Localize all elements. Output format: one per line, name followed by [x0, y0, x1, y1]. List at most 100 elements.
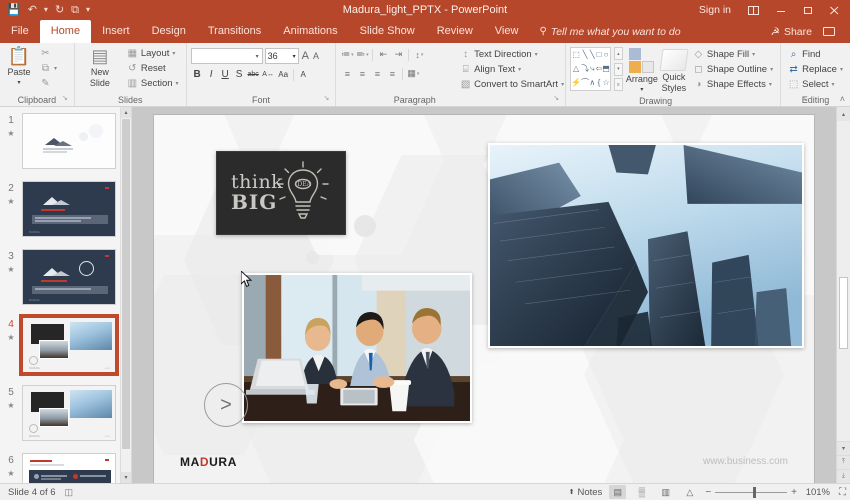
shape-fill-dropdown-icon[interactable]: ▾: [752, 49, 755, 61]
change-case-button[interactable]: Aa: [277, 68, 290, 81]
bold-button[interactable]: B: [191, 68, 204, 81]
layout-button[interactable]: ▦ Layout ▾: [124, 47, 182, 61]
find-button[interactable]: ⌕ Find: [785, 48, 846, 62]
shape-outline-button[interactable]: ◻ Shape Outline ▾: [690, 63, 776, 77]
text-direction-dropdown-icon[interactable]: ▾: [535, 49, 538, 61]
collapse-ribbon-icon[interactable]: ˄: [840, 94, 845, 104]
increase-indent-button[interactable]: ⇥: [391, 48, 405, 61]
shape-triangle[interactable]: △: [573, 65, 579, 73]
shape-star[interactable]: ☆: [602, 79, 609, 87]
shape-elbow[interactable]: ⤵: [581, 65, 589, 73]
text-shadow-button[interactable]: S: [233, 68, 246, 81]
sign-in-button[interactable]: Sign in: [690, 4, 740, 16]
zoom-in-button[interactable]: +: [791, 487, 797, 498]
canvas-scroll-up-icon[interactable]: ▴: [837, 107, 850, 121]
shapes-scroll-down-icon[interactable]: ▾: [614, 63, 623, 76]
tab-animations[interactable]: Animations: [272, 20, 348, 43]
decrease-font-size-button[interactable]: A: [312, 51, 320, 61]
shapes-gallery[interactable]: ⬚ ╲ ╲ □ ○ △ ⤵ ⤷ ⇦ ⬒ ⚡ ⌒ ∧ { ☆: [570, 47, 611, 91]
shape-left-arrow[interactable]: ⇦: [596, 65, 603, 73]
zoom-track[interactable]: [715, 492, 787, 493]
clipboard-dialog-launcher[interactable]: ↘: [62, 93, 68, 105]
shape-brace[interactable]: {: [598, 79, 601, 87]
tab-transitions[interactable]: Transitions: [197, 20, 272, 43]
smartart-dropdown-icon[interactable]: ▾: [561, 79, 564, 91]
justify-button[interactable]: ≡: [385, 67, 399, 80]
shape-arrow[interactable]: ╲: [590, 51, 595, 59]
align-text-dropdown-icon[interactable]: ▾: [518, 64, 521, 76]
font-name-input[interactable]: ▾: [191, 48, 263, 64]
zoom-knob[interactable]: [753, 487, 756, 498]
notes-button[interactable]: ⬆ Notes: [569, 487, 603, 498]
minimize-button[interactable]: [767, 0, 794, 20]
font-color-button[interactable]: A: [297, 68, 310, 81]
slide-editing-surface[interactable]: think BIG: [154, 115, 814, 483]
replace-dropdown-icon[interactable]: ▾: [840, 64, 843, 76]
tab-slide-show[interactable]: Slide Show: [349, 20, 426, 43]
increase-font-size-button[interactable]: A: [301, 50, 310, 62]
undo-icon[interactable]: ↶: [28, 5, 37, 16]
close-button[interactable]: [821, 0, 848, 20]
thumbnails-scroll-down-icon[interactable]: ▾: [121, 472, 131, 483]
slide-sorter-view-button[interactable]: ▒: [633, 485, 650, 499]
comments-icon[interactable]: [815, 22, 842, 42]
slide-thumbnail-6[interactable]: MADURA: [22, 453, 116, 483]
shape-arc[interactable]: ∧: [589, 79, 595, 87]
align-right-button[interactable]: ≡: [370, 67, 384, 80]
ribbon-display-options-icon[interactable]: [740, 0, 767, 20]
shape-fill-button[interactable]: ◇ Shape Fill ▾: [690, 48, 776, 62]
tab-view[interactable]: View: [484, 20, 530, 43]
shape-textbox[interactable]: ⬚: [572, 51, 580, 59]
customize-qat-icon[interactable]: ▾: [86, 6, 90, 14]
slide-show-button[interactable]: △: [681, 485, 698, 499]
shape-elbow2[interactable]: ⤷: [590, 65, 594, 73]
save-icon[interactable]: 💾: [7, 5, 21, 16]
section-dropdown-icon[interactable]: ▾: [176, 78, 179, 90]
font-dialog-launcher[interactable]: ↘: [323, 93, 329, 105]
shape-line[interactable]: ╲: [583, 51, 588, 59]
language-icon[interactable]: ◫: [65, 487, 74, 498]
reading-view-button[interactable]: ▥: [657, 485, 674, 499]
convert-to-smartart-button[interactable]: ▧ Convert to SmartArt ▾: [457, 78, 567, 92]
shape-effects-button[interactable]: ◑ Shape Effects ▾: [690, 78, 776, 92]
slide-thumbnail-2[interactable]: MADURA: [22, 181, 116, 237]
zoom-out-button[interactable]: −: [705, 487, 711, 498]
next-slide-button[interactable]: ⤓: [837, 469, 850, 483]
shape-curve[interactable]: ⌒: [581, 79, 589, 87]
strikethrough-button[interactable]: abc: [247, 68, 260, 81]
columns-button[interactable]: ▦: [406, 67, 420, 80]
new-slide-button[interactable]: ▤ New Slide: [79, 45, 121, 88]
align-text-button[interactable]: ⌸ Align Text ▾: [457, 63, 567, 77]
bullets-button[interactable]: ≔: [340, 48, 354, 61]
italic-button[interactable]: I: [205, 68, 218, 81]
reset-button[interactable]: ↺ Reset: [124, 62, 182, 76]
align-left-button[interactable]: ≡: [340, 67, 354, 80]
thumbnails-scrollbar[interactable]: ▴ ▾: [120, 107, 131, 483]
select-button[interactable]: ⬚ Select ▾: [785, 78, 846, 92]
tell-me-search[interactable]: ⚲ Tell me what you want to do: [529, 20, 680, 43]
business-people-image[interactable]: [242, 273, 472, 423]
slide-thumbnail-3[interactable]: MADURA: [22, 249, 116, 305]
canvas-scroll-thumb[interactable]: [839, 277, 848, 349]
align-center-button[interactable]: ≡: [355, 67, 369, 80]
thumbnails-scroll-up-icon[interactable]: ▴: [121, 107, 131, 118]
section-button[interactable]: ▥ Section ▾: [124, 77, 182, 91]
canvas-scrollbar[interactable]: ▴ ▾ ⤒ ⤓: [836, 107, 850, 483]
undo-dropdown-icon[interactable]: ▾: [44, 6, 48, 14]
slide-thumbnail-1[interactable]: [22, 113, 116, 169]
zoom-percentage[interactable]: 101%: [804, 487, 830, 498]
tab-insert[interactable]: Insert: [91, 20, 141, 43]
redo-icon[interactable]: ↻: [55, 5, 64, 16]
cut-button[interactable]: ✂: [37, 47, 60, 61]
arrange-button[interactable]: Arrange ▾: [626, 45, 658, 95]
tab-review[interactable]: Review: [426, 20, 484, 43]
tab-file[interactable]: File: [0, 20, 40, 43]
shapes-more-icon[interactable]: ≡: [614, 78, 623, 91]
tab-home[interactable]: Home: [40, 20, 91, 43]
paste-dropdown-icon[interactable]: ▾: [17, 78, 20, 88]
start-presentation-icon[interactable]: ⧉: [71, 5, 79, 16]
font-size-input[interactable]: 36 ▾: [265, 48, 299, 64]
shape-rounded-rect[interactable]: ⬒: [602, 65, 610, 73]
shape-lightning[interactable]: ⚡: [571, 79, 581, 87]
select-dropdown-icon[interactable]: ▾: [832, 79, 835, 91]
